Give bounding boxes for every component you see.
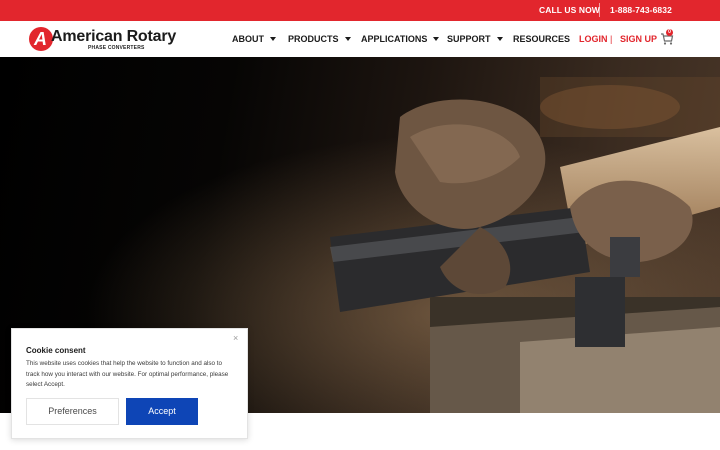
chevron-down-icon <box>344 37 351 41</box>
nav-products-label: PRODUCTS <box>288 34 339 44</box>
cart-count-badge: 0 <box>666 29 673 36</box>
nav-about[interactable]: ABOUT <box>232 34 276 44</box>
cookie-consent-dialog: × Cookie consent This website uses cooki… <box>11 328 248 439</box>
nav-products[interactable]: PRODUCTS <box>288 34 351 44</box>
top-contact-bar: CALL US NOW 1-888-743-6832 <box>0 0 720 21</box>
site-header: A American Rotary PHASE CONVERTERS ABOUT… <box>0 21 720 57</box>
logo-tagline: PHASE CONVERTERS <box>88 45 145 51</box>
logo-name: American Rotary <box>51 28 177 45</box>
accept-button[interactable]: Accept <box>126 398 198 425</box>
cookie-title: Cookie consent <box>26 346 86 355</box>
close-icon[interactable]: × <box>233 333 238 343</box>
chevron-down-icon <box>270 37 276 41</box>
cookie-description: This website uses cookies that help the … <box>26 360 229 388</box>
chevron-down-icon <box>433 37 440 41</box>
auth-separator: | <box>610 34 613 44</box>
topbar-divider <box>599 3 600 17</box>
nav-applications[interactable]: APPLICATIONS <box>361 34 440 44</box>
nav-about-label: ABOUT <box>232 34 264 44</box>
preferences-button[interactable]: Preferences <box>26 398 119 425</box>
nav-support-label: SUPPORT <box>447 34 491 44</box>
call-us-label: CALL US NOW <box>539 5 600 15</box>
logo[interactable]: A American Rotary PHASE CONVERTERS <box>29 27 179 53</box>
chevron-down-icon <box>496 37 503 41</box>
nav-resources-label: RESOURCES <box>513 34 571 44</box>
phone-link[interactable]: 1-888-743-6832 <box>610 5 672 15</box>
login-link[interactable]: LOGIN <box>579 34 608 44</box>
nav-support[interactable]: SUPPORT <box>447 34 503 44</box>
signup-link[interactable]: SIGN UP <box>620 34 657 44</box>
nav-applications-label: APPLICATIONS <box>361 34 428 44</box>
nav-resources[interactable]: RESOURCES <box>513 34 570 44</box>
logo-mark-letter: A <box>34 29 47 49</box>
